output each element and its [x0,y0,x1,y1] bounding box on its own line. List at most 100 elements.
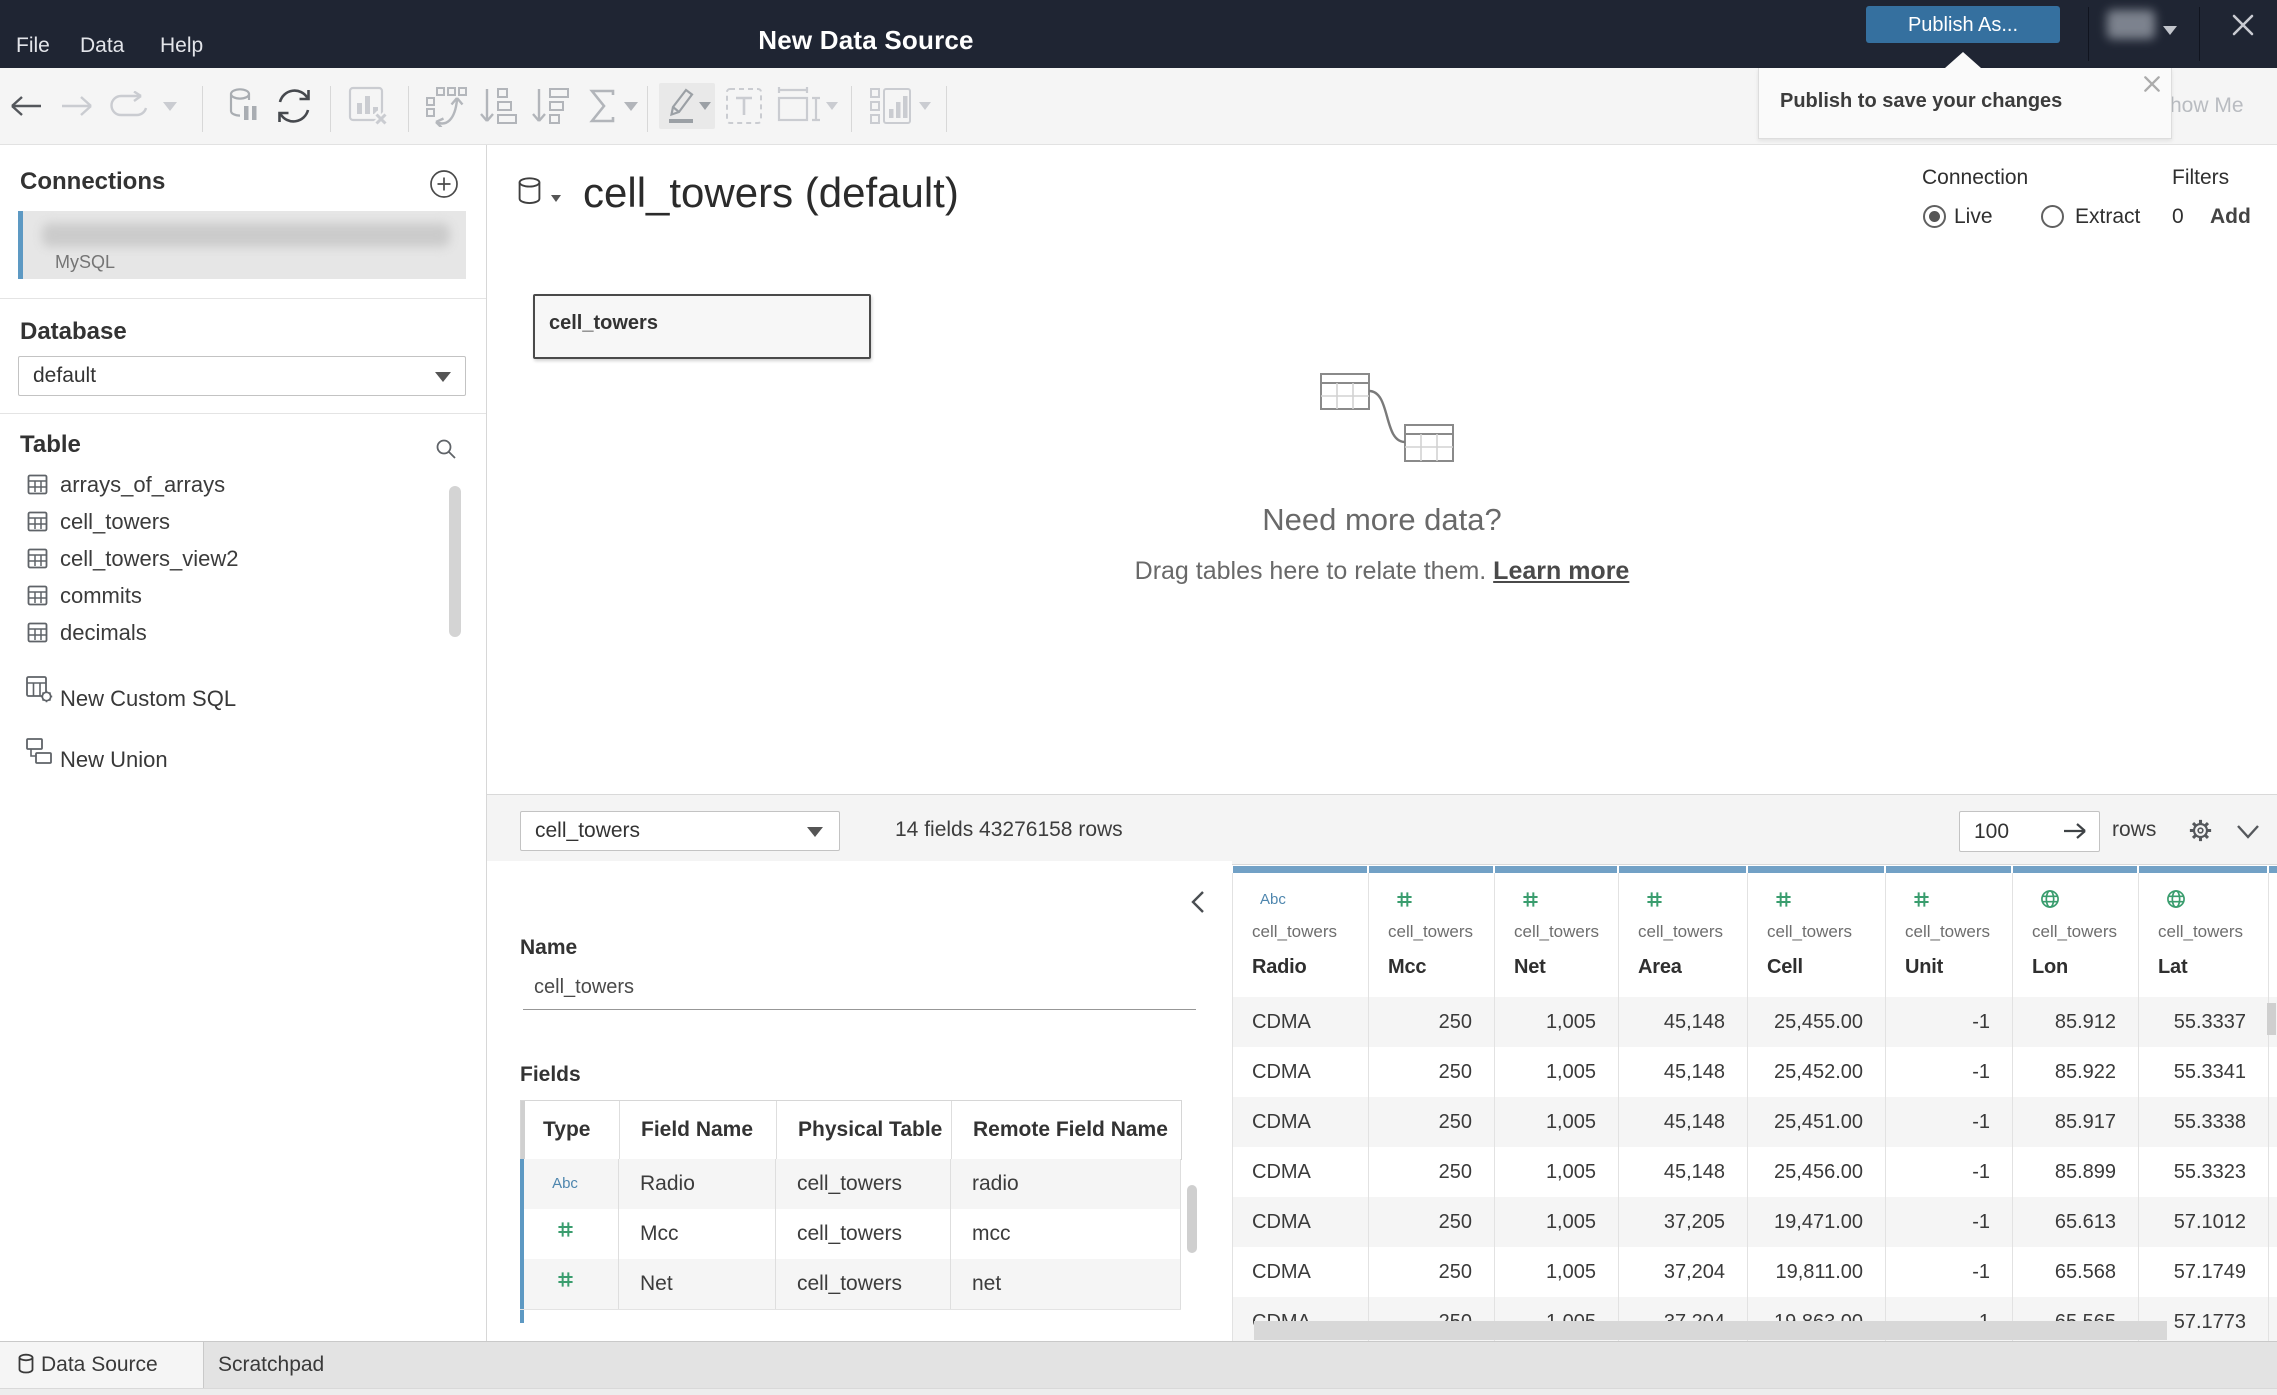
undo-icon[interactable] [4,68,46,144]
connection-live-radio[interactable] [1923,205,1946,228]
learn-more-link[interactable]: Learn more [1493,557,1629,585]
field-type-icon-string[interactable]: Abc [534,1159,596,1209]
column-type-icon-number[interactable] [1646,885,1663,913]
column-type-icon-number[interactable] [1913,885,1930,913]
replay-icon[interactable] [106,68,156,144]
relationship-canvas: cell_towers (default) Connection Live Ex… [487,145,2277,804]
sidebar-table-item-decimals[interactable]: decimals [0,614,470,651]
column-field-name[interactable]: Mcc [1388,956,1427,979]
column-type-icon-string[interactable]: Abc [1260,885,1286,913]
field-type-icon-number[interactable] [534,1259,596,1309]
fields-header-type[interactable]: Type [543,1101,590,1159]
replay-caret-icon[interactable] [160,68,180,144]
connection-live-label[interactable]: Live [1954,205,1993,229]
fit-caret-icon[interactable] [824,68,840,144]
table-list-scrollbar[interactable] [449,486,461,637]
show-me-caret-icon[interactable] [917,68,933,144]
grid-column-divider [2012,873,2013,1341]
grid-horizontal-scrollbar[interactable] [1254,1321,2167,1340]
totals-sigma-icon[interactable] [583,68,623,144]
connection-item[interactable]: MySQL [18,211,466,279]
field-name-cell[interactable]: Mcc [640,1209,679,1259]
fields-column-divider [1180,1209,1181,1259]
totals-caret-icon[interactable] [622,68,640,144]
sort-ascending-icon[interactable] [477,68,519,144]
sidebar-table-item-cell_towers_view2[interactable]: cell_towers_view2 [0,540,470,577]
sidebar-table-item-commits[interactable]: commits [0,577,470,614]
column-type-icon-geo[interactable] [2040,885,2060,913]
connection-extract-label[interactable]: Extract [2075,205,2140,229]
column-field-name[interactable]: Lon [2032,956,2068,979]
column-table-caption: cell_towers [1388,922,1474,941]
redo-icon[interactable] [57,68,99,144]
toolbar-divider [647,86,648,132]
fields-header-field-name[interactable]: Field Name [641,1101,753,1159]
menu-data[interactable]: Data [80,0,124,68]
column-field-name[interactable]: Cell [1767,956,1803,979]
table-node-cell-towers[interactable]: cell_towers [533,294,871,359]
refresh-icon[interactable] [271,68,317,144]
column-type-icon-number[interactable] [1522,885,1539,913]
tab-scratchpad[interactable]: Scratchpad [218,1353,324,1377]
grid-settings-gear-icon[interactable] [2187,817,2214,849]
sidebar-table-item-cell_towers[interactable]: cell_towers [0,503,470,540]
table-item-label: arrays_of_arrays [60,472,226,497]
column-type-icon-geo[interactable] [2166,885,2186,913]
menu-file[interactable]: File [16,0,50,68]
collapse-panel-chevron-icon[interactable] [1187,889,1209,920]
column-field-name[interactable]: Net [1514,956,1546,979]
field-name-cell[interactable]: Radio [640,1159,695,1209]
pause-updates-icon[interactable] [219,68,263,144]
sidebar-table-item-arrays_of_arrays[interactable]: arrays_of_arrays [0,466,470,503]
table-search-icon[interactable] [434,437,458,466]
connection-extract-radio[interactable] [2041,205,2064,228]
column-field-name[interactable]: Area [1638,956,1682,979]
field-type-icon-number[interactable] [534,1209,596,1259]
abc-type-glyph: Abc [552,1175,578,1192]
column-field-name[interactable]: Radio [1252,956,1307,979]
highlight-caret-icon[interactable] [697,68,713,144]
clear-sheet-icon[interactable] [346,68,392,144]
window-close-icon[interactable] [2226,8,2260,47]
fields-row-radio[interactable]: Abc Radio cell_towers radio [520,1159,1181,1209]
avatar-caret-icon[interactable] [2163,26,2177,35]
highlight-icon[interactable] [663,68,699,144]
show-me-icon[interactable] [867,68,917,144]
fields-row-mcc[interactable]: Mcc cell_towers mcc [520,1209,1181,1259]
text-label-icon[interactable] [722,68,766,144]
fields-row-net[interactable]: Net cell_towers net [520,1259,1181,1309]
relate-tables-illustration [1317,370,1457,470]
tooltip-close-icon[interactable] [2142,74,2162,99]
grid-vertical-scrollbar[interactable] [2267,1003,2276,1035]
swap-rows-columns-icon[interactable] [424,68,470,144]
new-custom-sql-button[interactable]: New Custom SQL [60,686,236,712]
avatar[interactable] [2107,10,2155,39]
datasource-caret-icon[interactable] [550,190,562,208]
table-item-label: decimals [60,620,147,645]
sort-descending-icon[interactable] [529,68,571,144]
fields-table-scrollbar[interactable] [1187,1185,1197,1253]
fields-header-physical-table[interactable]: Physical Table [798,1101,942,1159]
name-value-input[interactable]: cell_towers [534,976,634,999]
row-count-go-icon[interactable] [2061,821,2089,846]
column-type-icon-number[interactable] [1396,885,1413,913]
filters-add-button[interactable]: Add [2210,205,2251,229]
database-select[interactable]: default [18,356,466,396]
datasource-db-icon[interactable] [516,176,543,210]
grid-cell: 45,148 [1663,1061,1725,1083]
fit-width-icon[interactable] [775,68,823,144]
column-type-icon-number[interactable] [1775,885,1792,913]
grid-collapse-chevron-icon[interactable] [2235,823,2261,846]
column-field-name[interactable]: Lat [2158,956,2188,979]
publish-as-button[interactable]: Publish As... [1866,6,2060,43]
field-name-cell[interactable]: Net [640,1259,673,1309]
new-union-button[interactable]: New Union [60,747,168,773]
tableau-window: File Data Help New Data Source Publish A… [0,0,2277,1395]
column-field-name[interactable]: Unit [1905,956,1943,979]
row-count-input[interactable]: 100 [1959,811,2100,852]
menu-help[interactable]: Help [160,0,203,68]
tab-data-source[interactable]: Data Source [0,1342,204,1388]
fields-header-remote-field-name[interactable]: Remote Field Name [973,1101,1168,1159]
grid-table-select[interactable]: cell_towers [520,811,840,851]
add-connection-icon[interactable] [429,169,459,204]
